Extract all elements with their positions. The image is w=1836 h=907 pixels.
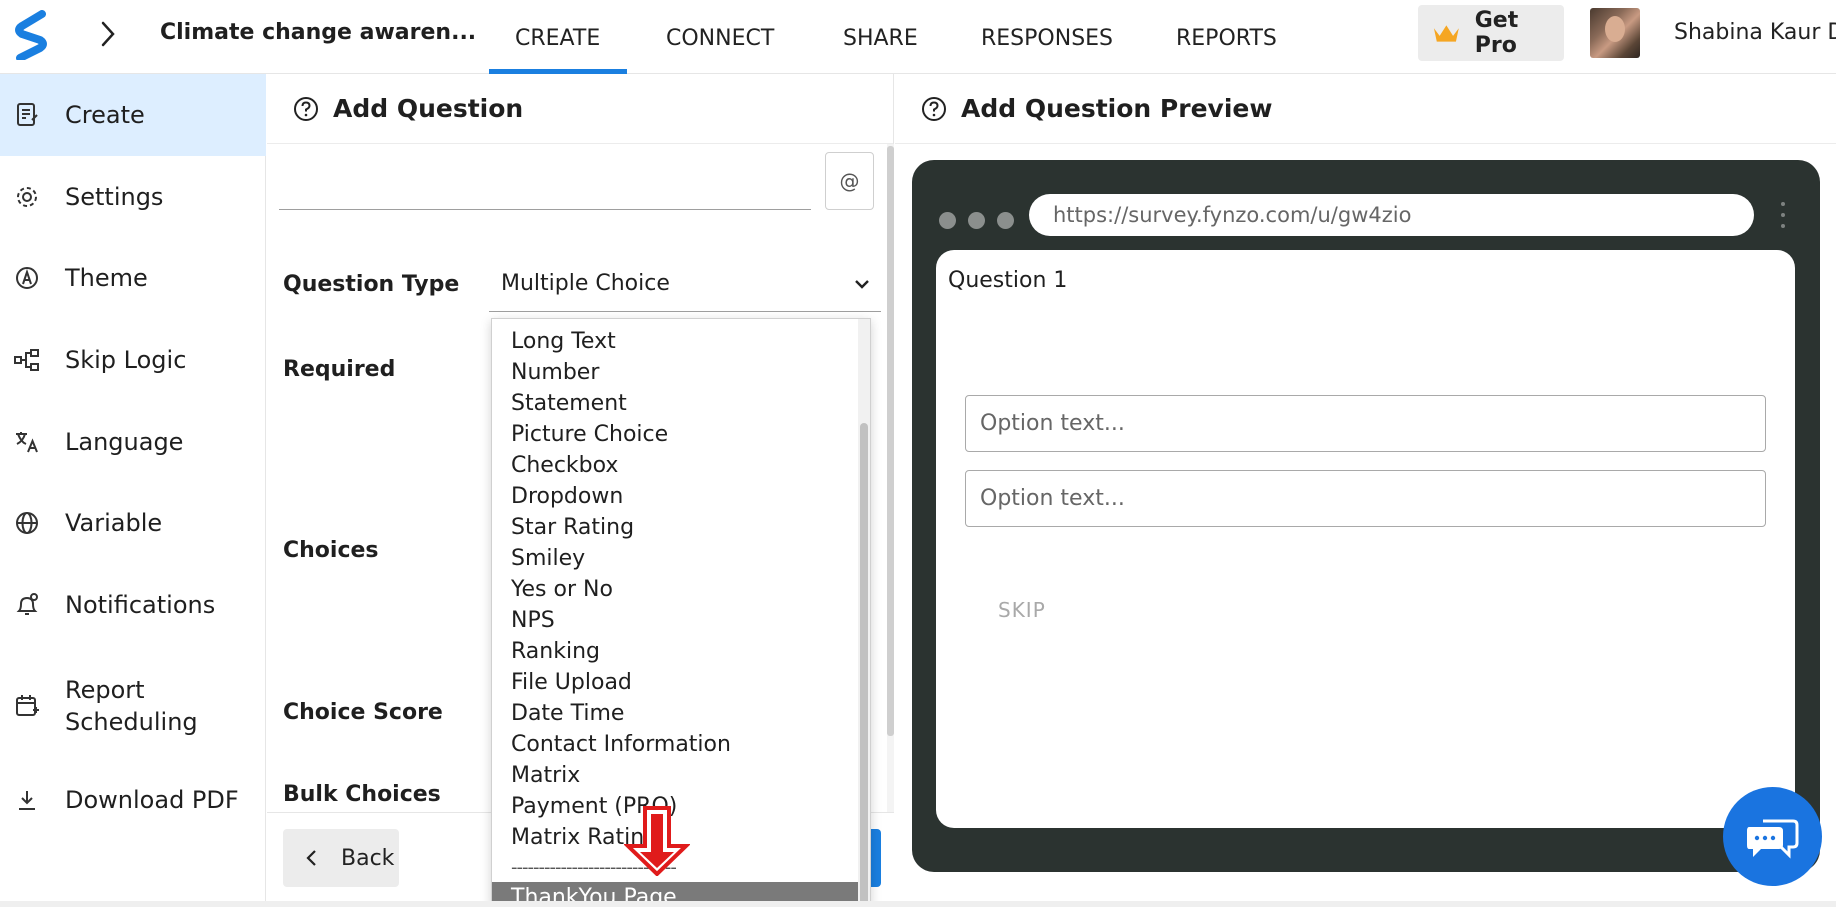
tab-connect[interactable]: CONNECT bbox=[666, 26, 774, 51]
option-checkbox[interactable]: Checkbox bbox=[492, 450, 858, 481]
sidebar-item-label: Report Scheduling bbox=[65, 676, 198, 736]
window-dot bbox=[997, 212, 1014, 229]
sidebar-item-download-pdf[interactable]: Download PDF bbox=[0, 759, 266, 841]
sidebar-item-notifications[interactable]: Notifications bbox=[0, 564, 266, 646]
help-icon[interactable] bbox=[293, 96, 319, 122]
option-dropdown[interactable]: Dropdown bbox=[492, 481, 858, 512]
sidebar-item-report-scheduling[interactable]: Report Scheduling bbox=[0, 660, 266, 752]
back-label: Back bbox=[341, 845, 395, 871]
option-file-upload[interactable]: File Upload bbox=[492, 667, 858, 698]
chevron-left-icon bbox=[306, 850, 316, 866]
get-pro-button[interactable]: Get Pro bbox=[1418, 5, 1564, 61]
tab-reports[interactable]: REPORTS bbox=[1176, 26, 1277, 51]
preview-option-1[interactable]: Option text... bbox=[965, 395, 1766, 452]
theme-icon bbox=[16, 267, 38, 289]
user-name[interactable]: Shabina Kaur Dh bbox=[1674, 20, 1836, 45]
translate-icon bbox=[16, 432, 38, 453]
sidebar-item-label: Create bbox=[65, 101, 145, 129]
chat-button[interactable] bbox=[1723, 787, 1822, 886]
preview-header: Add Question Preview bbox=[895, 74, 1836, 144]
option-star-rating[interactable]: Star Rating bbox=[492, 512, 858, 543]
sidebar-item-label: Language bbox=[65, 428, 184, 456]
editor-scrollbar-thumb[interactable] bbox=[887, 146, 894, 736]
sidebar-item-label: Variable bbox=[65, 509, 163, 537]
avatar[interactable] bbox=[1590, 8, 1640, 58]
editor-header: Add Question bbox=[267, 74, 893, 144]
dropdown-scrollbar-thumb[interactable] bbox=[860, 423, 868, 906]
window-bottom-edge bbox=[0, 901, 1836, 907]
browser-mockup: https://survey.fynzo.com/u/gw4zio Questi… bbox=[912, 160, 1820, 872]
preview-option-2[interactable]: Option text... bbox=[965, 470, 1766, 527]
question-type-select[interactable]: Multiple Choice bbox=[489, 256, 881, 312]
preview-url-bar: https://survey.fynzo.com/u/gw4zio bbox=[1029, 194, 1754, 236]
get-pro-label: Get Pro bbox=[1474, 8, 1519, 58]
app-logo-icon[interactable] bbox=[14, 10, 48, 60]
choice-score-label: Choice Score bbox=[283, 700, 443, 725]
window-dot bbox=[939, 212, 956, 229]
choices-label: Choices bbox=[283, 538, 379, 563]
option-number[interactable]: Number bbox=[492, 357, 858, 388]
question-text-input[interactable] bbox=[279, 152, 811, 210]
next-button[interactable] bbox=[871, 829, 881, 887]
window-dot bbox=[968, 212, 985, 229]
option-picture-choice[interactable]: Picture Choice bbox=[492, 419, 858, 450]
arrow-down-icon bbox=[624, 806, 690, 876]
question-type-label: Question Type bbox=[283, 272, 460, 297]
option-matrix[interactable]: Matrix bbox=[492, 760, 858, 791]
preview-question-label: Question 1 bbox=[948, 268, 1068, 293]
sidebar-item-label: Download PDF bbox=[65, 786, 239, 814]
sidebar-item-label: Settings bbox=[65, 183, 164, 211]
bulk-choices-label: Bulk Choices bbox=[283, 782, 441, 807]
sidebar-item-language[interactable]: Language bbox=[0, 401, 266, 483]
sidebar: Create Settings Theme Skip Logic Languag… bbox=[0, 74, 266, 907]
option-yes-or-no[interactable]: Yes or No bbox=[492, 574, 858, 605]
required-label: Required bbox=[283, 357, 396, 382]
sidebar-item-label: Notifications bbox=[65, 591, 216, 619]
chat-icon bbox=[1746, 819, 1798, 859]
tab-responses[interactable]: RESPONSES bbox=[981, 26, 1113, 51]
bell-icon bbox=[16, 593, 38, 615]
survey-title[interactable]: Climate change awaren... bbox=[160, 20, 476, 45]
top-bar: Climate change awaren... CREATE CONNECT … bbox=[0, 0, 1836, 74]
sidebar-item-label: Skip Logic bbox=[65, 346, 187, 374]
sidebar-item-variable[interactable]: Variable bbox=[0, 482, 266, 564]
skip-button[interactable]: SKIP bbox=[998, 598, 1046, 622]
option-statement[interactable]: Statement bbox=[492, 388, 858, 419]
option-contact-information[interactable]: Contact Information bbox=[492, 729, 858, 760]
chevron-right-icon[interactable] bbox=[98, 20, 118, 48]
option-smiley[interactable]: Smiley bbox=[492, 543, 858, 574]
globe-icon bbox=[16, 512, 38, 534]
calendar-icon bbox=[16, 695, 39, 716]
mention-button[interactable]: @ bbox=[825, 152, 874, 210]
question-type-value: Multiple Choice bbox=[501, 271, 670, 296]
download-icon bbox=[19, 791, 35, 810]
sidebar-item-create[interactable]: Create bbox=[0, 74, 266, 156]
sidebar-item-label: Theme bbox=[65, 264, 148, 292]
preview-panel: Add Question Preview https://survey.fynz… bbox=[895, 74, 1836, 907]
option-nps[interactable]: NPS bbox=[492, 605, 858, 636]
kebab-menu-icon bbox=[1781, 202, 1785, 228]
option-date-time[interactable]: Date Time bbox=[492, 698, 858, 729]
preview-screen: Question 1 Option text... Option text...… bbox=[936, 250, 1795, 828]
tab-share[interactable]: SHARE bbox=[843, 26, 918, 51]
sidebar-item-settings[interactable]: Settings bbox=[0, 156, 266, 238]
sidebar-item-skip-logic[interactable]: Skip Logic bbox=[0, 319, 266, 401]
option-long-text[interactable]: Long Text bbox=[492, 326, 858, 357]
editor-title: Add Question bbox=[333, 94, 524, 123]
chevron-down-icon bbox=[855, 280, 869, 289]
back-button[interactable]: Back bbox=[283, 829, 399, 887]
help-icon[interactable] bbox=[921, 96, 947, 122]
flow-icon bbox=[14, 349, 39, 371]
tab-create[interactable]: CREATE bbox=[515, 26, 600, 51]
sidebar-item-theme[interactable]: Theme bbox=[0, 237, 266, 319]
form-icon bbox=[17, 103, 38, 126]
option-ranking[interactable]: Ranking bbox=[492, 636, 858, 667]
preview-title: Add Question Preview bbox=[961, 94, 1273, 123]
crown-icon bbox=[1433, 25, 1459, 42]
gear-icon bbox=[17, 187, 37, 207]
